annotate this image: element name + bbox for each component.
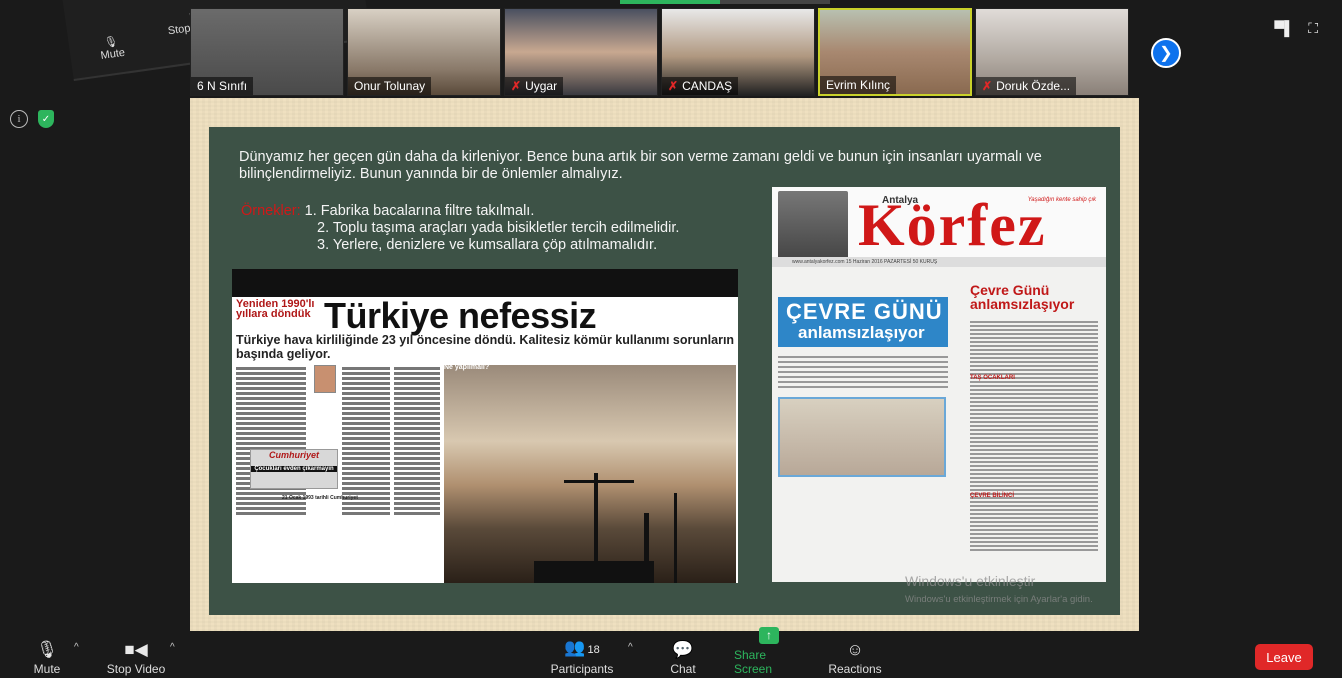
newspaper-clipping-turkiye-nefessiz: Yeniden 1990'lı yıllara döndük Türkiye n… bbox=[232, 269, 738, 583]
speaker-view-icon[interactable]: ▀▌ bbox=[1274, 20, 1294, 37]
meeting-toolbar: 🎙 Mute ^ ■◀ Stop Video ^ 👥 18 Participant… bbox=[0, 627, 1342, 678]
video-camera-icon: ■◀ bbox=[124, 640, 148, 659]
floating-mute-button[interactable]: 🎙 Mute bbox=[98, 34, 126, 62]
clipping-kicker: Yeniden 1990'lı yıllara döndük bbox=[236, 298, 315, 320]
sidebar-title: Ne yapılmalı? bbox=[444, 364, 490, 371]
participant-tile[interactable]: ✗ CANDAŞ bbox=[661, 8, 815, 96]
example-item: 2. Toplu taşıma araçları yada bisikletle… bbox=[317, 220, 680, 236]
clipping-black-band bbox=[232, 269, 738, 297]
participants-options-caret-icon[interactable]: ^ bbox=[628, 642, 633, 653]
participant-name: 6 N Sınıfı bbox=[191, 77, 254, 95]
muted-mic-icon: ✗ bbox=[668, 79, 679, 93]
slide-examples: Örnekler: 1. Fabrika bacalarına filtre t… bbox=[241, 203, 679, 254]
participant-name: ✗ Doruk Özde... bbox=[976, 77, 1077, 95]
floating-mute-label: Mute bbox=[99, 46, 126, 62]
top-indicator-green bbox=[620, 0, 720, 4]
zoom-meeting-window: 🎙 Mute ■ Stop Video 6 N Sınıfı Onur Tolu… bbox=[0, 0, 1342, 678]
share-screen-button[interactable]: ↑ Share Screen bbox=[734, 627, 804, 678]
author-photo bbox=[314, 365, 336, 393]
clipping-text-column bbox=[394, 365, 440, 581]
stop-video-label: Stop Video bbox=[106, 662, 166, 676]
chat-bubble-icon: 💬 bbox=[672, 640, 694, 659]
ataturk-portrait bbox=[778, 191, 848, 261]
korfez-masthead: Körfez Antalya Yaşadığın kente sahip çık… bbox=[772, 187, 1106, 267]
video-options-caret-icon[interactable]: ^ bbox=[170, 642, 175, 653]
stop-video-button[interactable]: ■◀ Stop Video bbox=[104, 634, 168, 678]
clipping-headline: Türkiye nefessiz bbox=[324, 295, 597, 336]
fullscreen-icon[interactable]: ⛶ bbox=[1308, 20, 1318, 37]
masthead-slogan: Yaşadığın kente sahip çık bbox=[1027, 197, 1096, 203]
inset-caption: 21 Ocak 1993 tarihli Cumhuriyet bbox=[282, 495, 358, 501]
participant-name: Evrim Kılınç bbox=[820, 76, 897, 94]
reactions-label: Reactions bbox=[828, 662, 882, 676]
example-item: 3. Yerlere, denizlere ve kumsallara çöp … bbox=[317, 237, 658, 253]
mute-button[interactable]: 🎙 Mute bbox=[30, 634, 64, 678]
chat-label: Chat bbox=[670, 662, 696, 676]
participant-name: ✗ Uygar bbox=[505, 77, 564, 95]
meeting-info-icons: i ✓ bbox=[10, 110, 54, 128]
inset-title: Cumhuriyet bbox=[268, 450, 319, 460]
feature-subtitle: anlamsızlaşıyor bbox=[798, 323, 925, 342]
examples-label: Örnekler: bbox=[241, 203, 301, 219]
windows-activation-watermark: Windows'u etkinleştir bbox=[905, 573, 1036, 589]
share-screen-label: Share Screen bbox=[734, 648, 773, 676]
participant-tile[interactable]: ✗ Doruk Özde... bbox=[975, 8, 1129, 96]
participant-strip: 6 N Sınıfı Onur Tolunay ✗ Uygar ✗ CANDAŞ E… bbox=[190, 8, 1129, 96]
security-shield-icon[interactable]: ✓ bbox=[38, 110, 54, 128]
view-controls: ▀▌ ⛶ bbox=[1274, 20, 1318, 37]
feature-text bbox=[778, 353, 948, 393]
windows-activation-watermark-sub: Windows'u etkinleştirmek için Ayarlar'a … bbox=[905, 594, 1093, 605]
clipping-text-column bbox=[342, 365, 390, 581]
masthead-date-bar: www.antalyakorfez.com 15 Haziran 2016 PA… bbox=[772, 257, 1106, 267]
section-heading: TAŞ OCAKLARI bbox=[970, 375, 1015, 381]
cevre-gunu-feature: ÇEVRE GÜNÜ anlamsızlaşıyor bbox=[778, 297, 948, 347]
participants-icon: 👥 18 bbox=[564, 638, 600, 657]
microphone-icon: 🎙 bbox=[36, 640, 58, 659]
shared-screen: Dünyamız her geçen gün daha da kirleniyo… bbox=[190, 98, 1139, 631]
inset-subtitle: Çocukları evden çıkarmayın bbox=[251, 466, 337, 472]
slide-paragraph: Dünyamız her geçen gün daha da kirleniyo… bbox=[239, 149, 1042, 182]
participant-tile[interactable]: ✗ Uygar bbox=[504, 8, 658, 96]
example-item: 1. Fabrika bacalarına filtre takılmalı. bbox=[304, 203, 535, 219]
participant-name: ✗ CANDAŞ bbox=[662, 77, 739, 95]
participant-tile-active-speaker[interactable]: Evrim Kılınç bbox=[818, 8, 972, 96]
participant-tile[interactable]: Onur Tolunay bbox=[347, 8, 501, 96]
reactions-button[interactable]: ☺ Reactions bbox=[828, 634, 882, 678]
cumhuriyet-inset: Cumhuriyet Çocukları evden çıkarmayın bbox=[250, 449, 338, 489]
clipping-subheadline: Türkiye hava kirliliğinde 23 yıl öncesin… bbox=[236, 333, 735, 361]
leave-button[interactable]: Leave bbox=[1255, 644, 1313, 670]
industrial-smog-photo bbox=[444, 365, 736, 583]
muted-mic-icon: ✗ bbox=[511, 79, 522, 93]
feature-title: ÇEVRE GÜNÜ bbox=[786, 299, 943, 324]
top-indicator-dark bbox=[720, 0, 830, 4]
info-icon[interactable]: i bbox=[10, 110, 28, 128]
article-title: Çevre Günü anlamsızlaşıyor bbox=[970, 282, 1075, 312]
audio-options-caret-icon[interactable]: ^ bbox=[74, 642, 79, 653]
muted-mic-icon: ✗ bbox=[982, 79, 993, 93]
section-heading: ÇEVRE BİLİNCİ bbox=[970, 493, 1015, 499]
participants-button[interactable]: 👥 18 Participants bbox=[548, 634, 616, 678]
participant-tile[interactable]: 6 N Sınıfı bbox=[190, 8, 344, 96]
article-text-column bbox=[970, 319, 1098, 574]
mute-label: Mute bbox=[33, 662, 61, 676]
masthead-city: Antalya bbox=[882, 195, 919, 206]
smiley-plus-icon: ☺ bbox=[846, 640, 864, 659]
next-participants-button[interactable]: ❯ bbox=[1151, 38, 1181, 68]
participants-count: 18 bbox=[587, 644, 600, 656]
presentation-slide: Dünyamız her geçen gün daha da kirleniyo… bbox=[209, 127, 1120, 615]
share-arrow-icon: ↑ bbox=[759, 627, 779, 644]
feature-photo bbox=[778, 397, 946, 477]
chat-button[interactable]: 💬 Chat bbox=[668, 634, 698, 678]
newspaper-clipping-korfez: Körfez Antalya Yaşadığın kente sahip çık… bbox=[772, 187, 1106, 582]
participant-name: Onur Tolunay bbox=[348, 77, 432, 95]
participants-label: Participants bbox=[550, 662, 614, 676]
chevron-right-icon: ❯ bbox=[1159, 45, 1173, 62]
